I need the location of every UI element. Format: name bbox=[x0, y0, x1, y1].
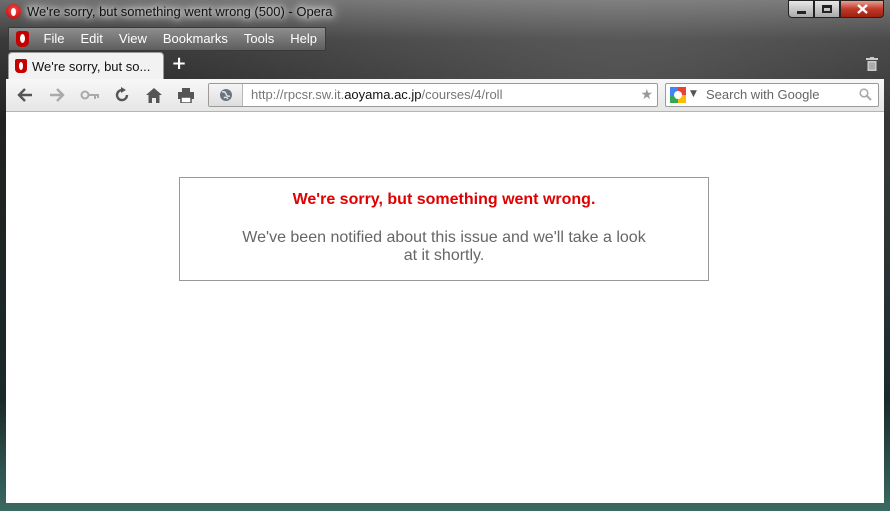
key-icon bbox=[80, 90, 99, 100]
error-title: We're sorry, but something went wrong. bbox=[292, 191, 596, 208]
navigation-toolbar: http://rpcsr.sw.it.aoyama.ac.jp/courses/… bbox=[6, 79, 884, 112]
tab-label: We're sorry, but so... bbox=[32, 58, 151, 74]
close-icon bbox=[856, 4, 868, 14]
trash-button[interactable] bbox=[866, 56, 878, 71]
browser-window: We're sorry, but something went wrong (5… bbox=[0, 0, 890, 511]
title-bar[interactable]: We're sorry, but something went wrong (5… bbox=[0, 0, 890, 24]
error-message: We've been notified about this issue and… bbox=[242, 229, 646, 264]
window-title: We're sorry, but something went wrong (5… bbox=[27, 4, 333, 19]
key-button[interactable] bbox=[79, 85, 101, 105]
address-bar[interactable]: http://rpcsr.sw.it.aoyama.ac.jp/courses/… bbox=[208, 83, 658, 107]
maximize-button[interactable] bbox=[814, 0, 840, 18]
google-icon bbox=[670, 87, 686, 103]
back-button[interactable] bbox=[14, 85, 36, 105]
forward-button[interactable] bbox=[46, 85, 68, 105]
error-dialog: We're sorry, but something went wrong. W… bbox=[179, 177, 709, 281]
menu-file[interactable]: File bbox=[36, 28, 73, 50]
printer-icon bbox=[178, 87, 194, 103]
page-content: We're sorry, but something went wrong. W… bbox=[6, 112, 884, 503]
reload-button[interactable] bbox=[111, 85, 133, 105]
forward-arrow-icon bbox=[50, 88, 65, 102]
tab-active[interactable]: We're sorry, but so... bbox=[8, 52, 164, 79]
search-box[interactable]: ▼ Search with Google bbox=[665, 83, 879, 107]
minimize-icon bbox=[796, 10, 806, 14]
address-url: http://rpcsr.sw.it.aoyama.ac.jp/courses/… bbox=[251, 87, 502, 102]
minimize-button[interactable] bbox=[788, 0, 814, 18]
url-prefix: http://rpcsr.sw.it. bbox=[251, 87, 345, 102]
new-tab-button[interactable]: + bbox=[170, 54, 188, 74]
opera-logo-icon bbox=[6, 4, 21, 19]
back-arrow-icon bbox=[17, 88, 32, 102]
globe-icon bbox=[219, 89, 232, 101]
menu-help[interactable]: Help bbox=[282, 28, 325, 50]
menu-edit[interactable]: Edit bbox=[73, 28, 111, 50]
reload-icon bbox=[115, 87, 129, 102]
url-path: /courses/4/roll bbox=[421, 87, 503, 102]
url-host: aoyama.ac.jp bbox=[344, 87, 422, 102]
home-icon bbox=[146, 87, 162, 103]
site-info-button[interactable] bbox=[209, 84, 243, 106]
window-controls bbox=[788, 0, 884, 18]
bookmark-star-icon[interactable]: ★ bbox=[640, 87, 653, 103]
search-icon[interactable] bbox=[859, 88, 872, 101]
trash-icon bbox=[866, 57, 878, 71]
plus-icon: + bbox=[171, 53, 187, 74]
maximize-icon bbox=[822, 5, 832, 13]
opera-favicon-icon bbox=[15, 59, 27, 73]
opera-logo-icon bbox=[15, 31, 29, 47]
menu-view[interactable]: View bbox=[111, 28, 155, 50]
opera-menu-button[interactable] bbox=[9, 28, 36, 50]
home-button[interactable] bbox=[143, 85, 165, 105]
print-button[interactable] bbox=[175, 85, 197, 105]
search-input[interactable]: Search with Google bbox=[706, 87, 819, 102]
menu-bookmarks[interactable]: Bookmarks bbox=[155, 28, 236, 50]
menu-tools[interactable]: Tools bbox=[236, 28, 282, 50]
menu-bar: File Edit View Bookmarks Tools Help bbox=[8, 27, 326, 51]
close-button[interactable] bbox=[840, 0, 884, 18]
chevron-down-icon[interactable]: ▼ bbox=[690, 89, 697, 99]
